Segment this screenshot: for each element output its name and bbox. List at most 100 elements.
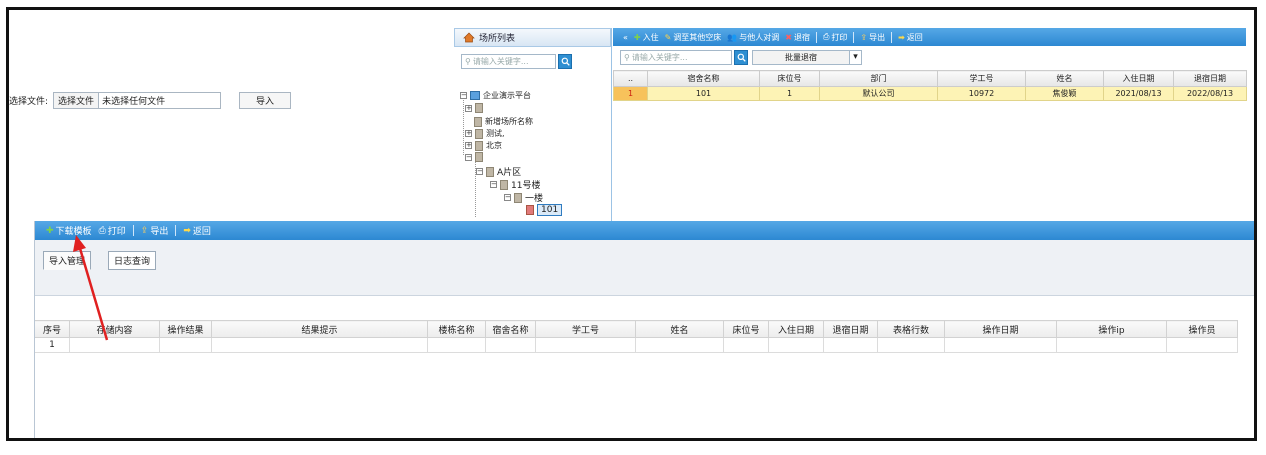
tree-node-room-selected[interactable]: 101 — [526, 204, 563, 216]
checkout-button[interactable]: ✖ 退宿 — [785, 32, 810, 43]
search-icon — [561, 57, 570, 66]
users-icon: 👥 — [727, 32, 738, 42]
tree-node-item[interactable]: − — [465, 152, 486, 162]
building-icon — [475, 128, 483, 139]
table-cell — [427, 337, 486, 353]
table-cell — [485, 337, 536, 353]
no-file-text: 未选择任何文件 — [102, 96, 166, 107]
chevron-down-icon[interactable]: ▾ — [849, 50, 861, 64]
column-header[interactable]: 入住日期 — [768, 320, 824, 338]
table-row[interactable]: 1 — [34, 337, 1238, 353]
home-icon — [463, 32, 475, 43]
choose-file-button[interactable]: 选择文件 — [54, 92, 100, 108]
file-select-row: 选择文件: 选择文件 未选择任何文件 导入 — [9, 91, 292, 109]
column-header[interactable]: 退宿日期 — [1173, 70, 1247, 87]
column-header[interactable]: 表格行数 — [877, 320, 945, 338]
column-header[interactable]: 操作结果 — [159, 320, 212, 338]
toolbar-divider — [815, 31, 817, 43]
column-header[interactable]: 入住日期 — [1103, 70, 1174, 87]
row-number: 1 — [613, 86, 648, 101]
table-cell: 10972 — [937, 86, 1026, 101]
tab-import-management[interactable]: 导入管理 — [43, 251, 92, 270]
expand-toggle-icon[interactable]: + — [465, 130, 472, 137]
export-button[interactable]: ⇪ 导出 — [140, 224, 169, 238]
checkin-button[interactable]: ✚ 入住 — [634, 32, 659, 43]
print-button[interactable]: ⎙ 打印 — [823, 32, 847, 43]
download-template-button[interactable]: ✚ 下载模板 — [46, 224, 92, 238]
column-header[interactable]: 操作ip — [1056, 320, 1167, 338]
column-header[interactable]: 操作员 — [1166, 320, 1238, 338]
tree-node-item[interactable]: + 测试, — [465, 128, 505, 139]
toolbar-divider — [175, 225, 177, 236]
back-button[interactable]: ➡ 返回 — [898, 32, 923, 43]
export-icon: ⇪ — [140, 225, 149, 236]
column-header[interactable]: 退宿日期 — [823, 320, 878, 338]
table-cell — [211, 337, 428, 353]
grid-toolbar: « ✚ 入住 ✎ 调至其他空床 👥 与他人对调 ✖ 退宿 ⎙ 打印 ⇪ 导出 ➡ 返回 — [613, 28, 1246, 46]
room-icon — [526, 205, 534, 215]
table-cell — [1166, 337, 1238, 353]
tree-node-area[interactable]: − A片区 — [476, 165, 521, 178]
column-header[interactable]: 楼栋名称 — [427, 320, 486, 338]
expand-toggle-icon[interactable]: + — [465, 142, 472, 149]
table-header-row: .. 宿舍名称 床位号 部门 学工号 姓名 入住日期 退宿日期 — [613, 70, 1247, 87]
tree-node-root[interactable]: − 企业演示平台 — [460, 90, 531, 101]
toolbar-divider — [132, 225, 134, 236]
import-button[interactable]: 导入 — [239, 91, 292, 109]
column-header[interactable]: 操作日期 — [944, 320, 1057, 338]
expand-toggle-icon[interactable]: + — [465, 104, 472, 112]
table-cell — [635, 337, 724, 353]
print-button[interactable]: ⎙ 打印 — [99, 224, 126, 238]
column-header[interactable]: 姓名 — [635, 320, 724, 338]
table-header-row: 序号 存储内容 操作结果 结果提示 楼栋名称 宿舍名称 学工号 姓名 床位号 入… — [34, 320, 1238, 338]
bed-grid-table: .. 宿舍名称 床位号 部门 学工号 姓名 入住日期 退宿日期 1 101 1 … — [613, 70, 1247, 101]
tree-search-input[interactable]: ⚲ 请输入关键字... — [461, 54, 556, 69]
building-icon — [514, 192, 522, 203]
column-header[interactable]: 存储内容 — [69, 320, 160, 338]
column-header[interactable]: 宿舍名称 — [485, 320, 536, 338]
printer-icon: ⎙ — [822, 32, 830, 41]
building-icon — [475, 103, 483, 113]
column-header[interactable]: 学工号 — [535, 320, 636, 338]
collapse-toggle-icon[interactable]: − — [504, 194, 511, 201]
table-cell — [823, 337, 878, 353]
tree-node-item[interactable]: + 北京 — [465, 140, 502, 151]
file-input[interactable]: 选择文件 未选择任何文件 — [53, 91, 222, 109]
move-empty-bed-button[interactable]: ✎ 调至其他空床 — [665, 32, 722, 43]
column-header[interactable]: 结果提示 — [211, 320, 428, 338]
grid-search-input[interactable]: ⚲ 请输入关键字... — [620, 49, 732, 65]
building-icon — [475, 140, 483, 151]
column-header[interactable]: 姓名 — [1025, 70, 1104, 87]
collapse-toggle-icon[interactable]: − — [465, 153, 472, 161]
tree-node-item[interactable]: + — [465, 103, 486, 113]
collapse-toggle-icon[interactable]: − — [490, 181, 497, 188]
collapse-toggle-icon[interactable]: − — [476, 168, 483, 175]
column-header[interactable]: 床位号 — [759, 70, 820, 87]
tree-node-floor[interactable]: − 一楼 — [504, 191, 543, 204]
column-header[interactable]: 部门 — [819, 70, 938, 87]
column-header[interactable]: 宿舍名称 — [647, 70, 760, 87]
back-button[interactable]: ➡ 返回 — [183, 224, 211, 238]
column-header[interactable]: .. — [613, 70, 648, 87]
column-header[interactable]: 学工号 — [937, 70, 1026, 87]
column-header[interactable]: 床位号 — [723, 320, 769, 338]
table-row[interactable]: 1 101 1 默认公司 10972 焦俊颖 2021/08/13 2022/0… — [613, 86, 1247, 101]
pencil-icon: ✎ — [664, 32, 672, 42]
tab-log-query[interactable]: 日志查询 — [108, 251, 157, 270]
tree-node-building[interactable]: − 11号楼 — [490, 178, 540, 191]
collapse-panel-button[interactable]: « — [623, 33, 628, 42]
tree-search-button[interactable] — [558, 54, 572, 69]
table-cell: 2022/08/13 — [1173, 86, 1247, 101]
building-icon — [475, 152, 483, 162]
table-cell: 1 — [759, 86, 820, 101]
collapse-toggle-icon[interactable]: − — [460, 92, 467, 99]
column-header[interactable]: 序号 — [34, 320, 70, 338]
export-button[interactable]: ⇪ 导出 — [860, 32, 885, 43]
tree-node-item[interactable]: 新增场所名称 — [474, 116, 533, 127]
grid-search-button[interactable] — [734, 49, 748, 65]
plus-icon: ✚ — [633, 32, 641, 42]
table-cell — [723, 337, 769, 353]
swap-button[interactable]: 👥 与他人对调 — [727, 32, 779, 43]
table-cell — [1056, 337, 1167, 353]
batch-action-select[interactable]: 批量退宿 ▾ — [752, 49, 862, 65]
